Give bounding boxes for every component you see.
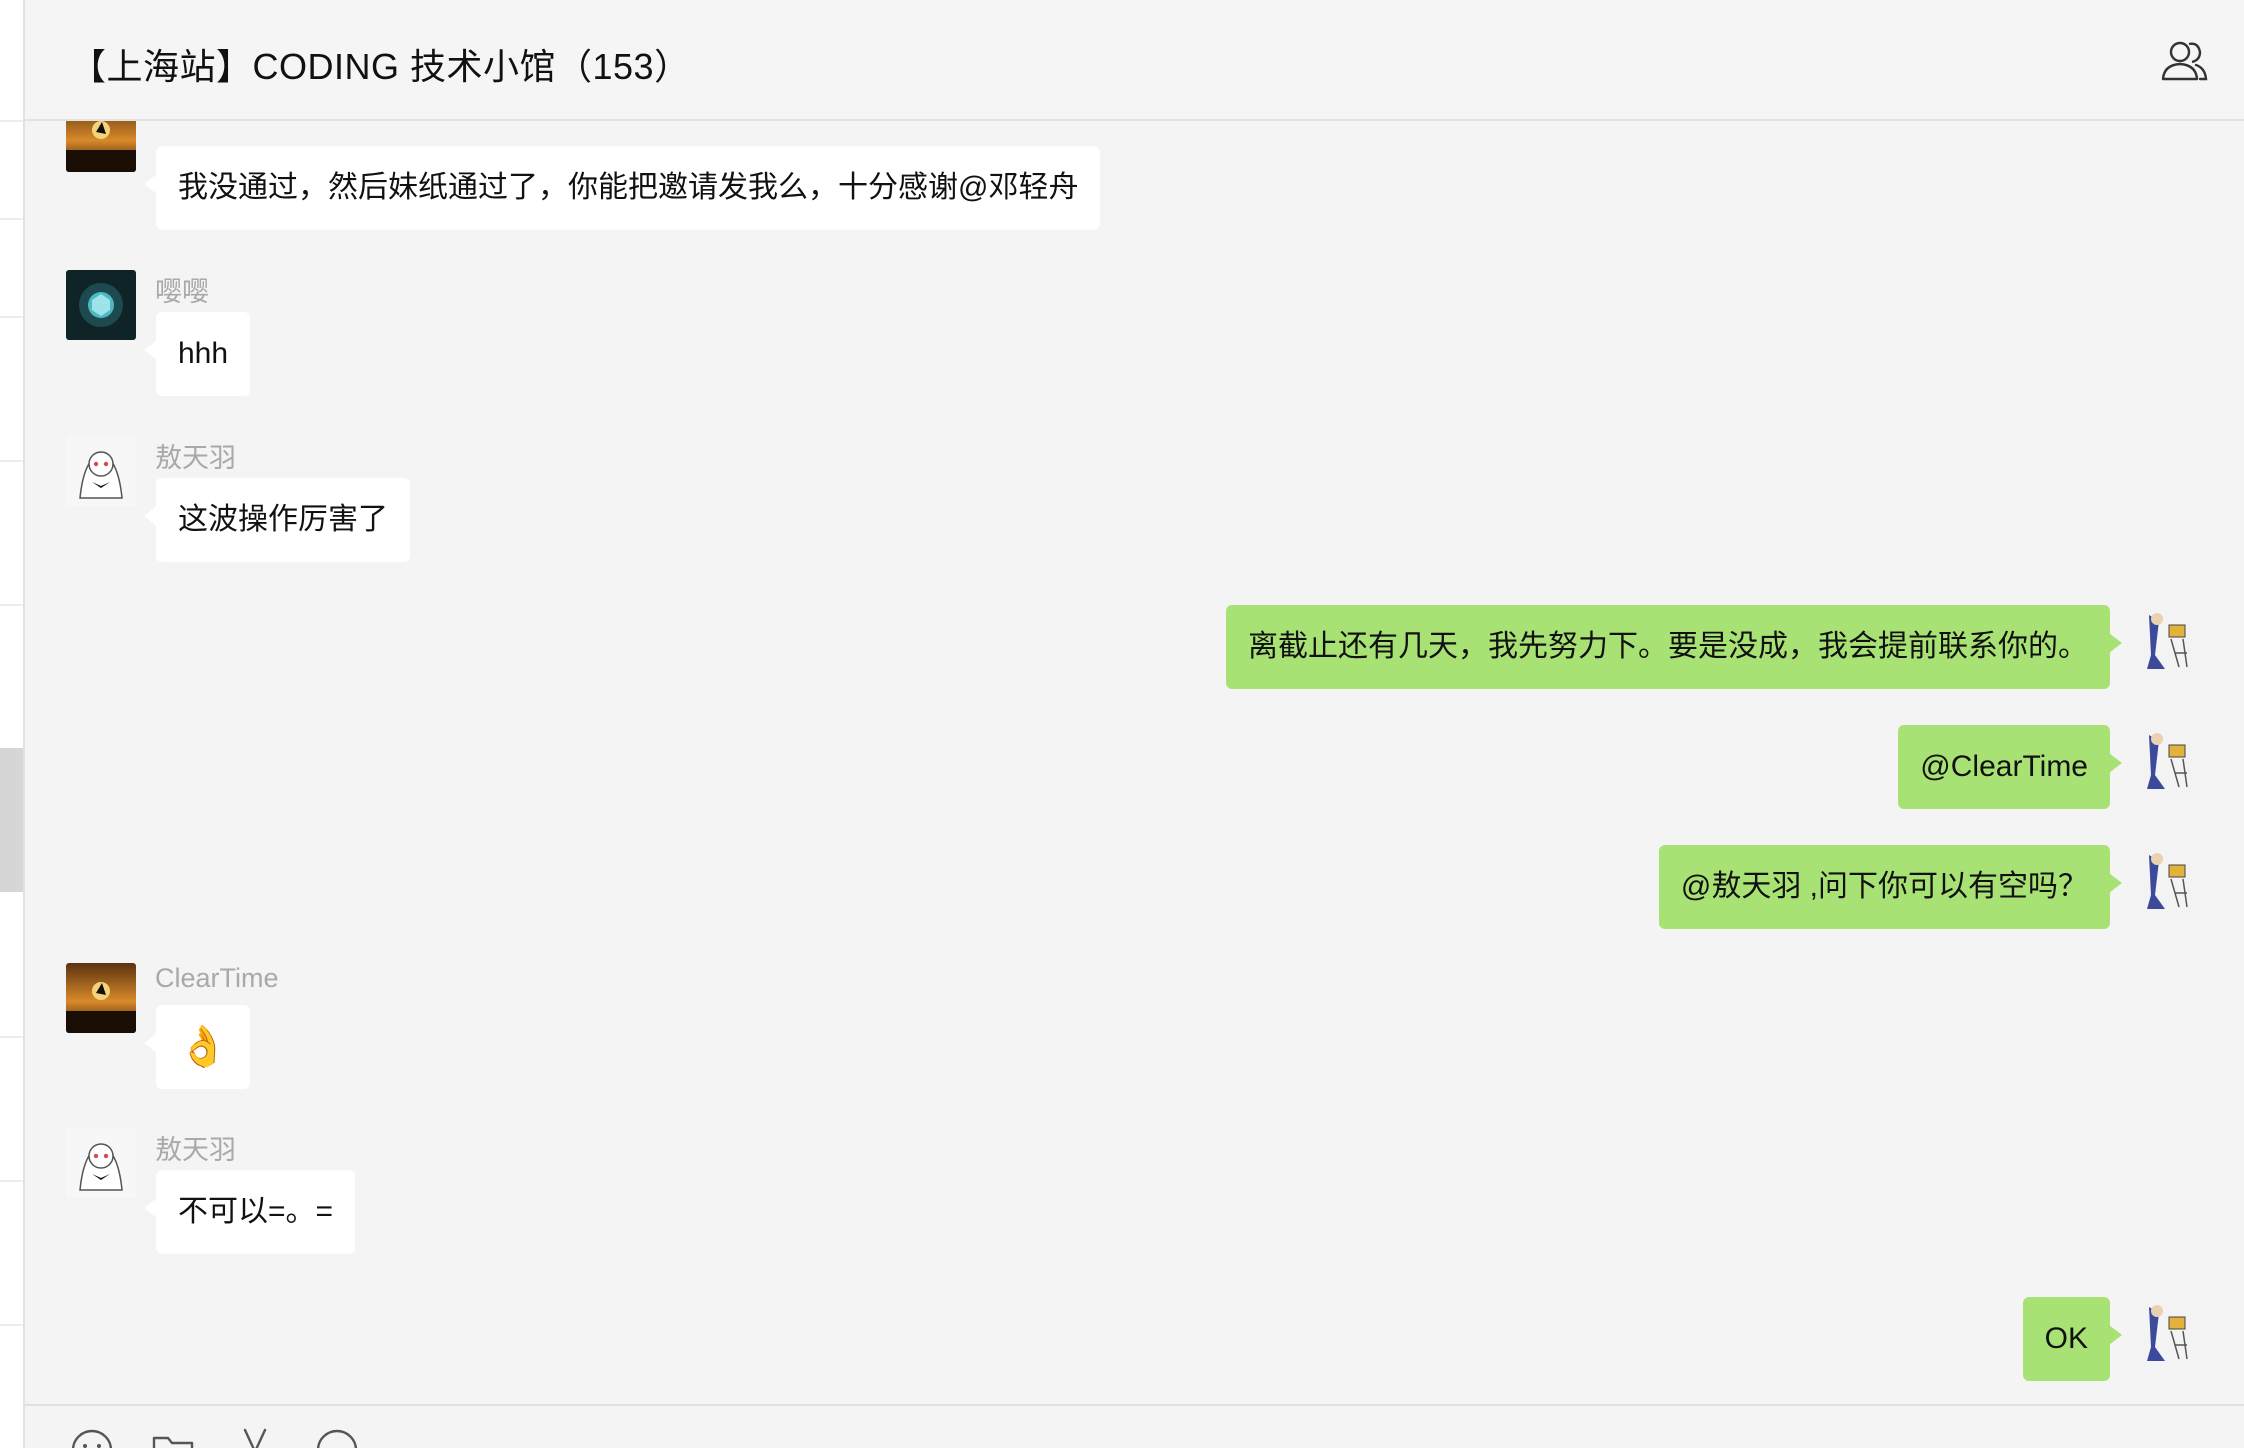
list-divider: [0, 604, 23, 606]
self-avatar[interactable]: [2131, 845, 2201, 915]
message-bubble[interactable]: @ClearTime: [1898, 725, 2122, 809]
sender-name: 嘤嘤: [155, 277, 209, 307]
list-divider: [0, 1180, 23, 1182]
sender-name: 敖天羽: [155, 443, 236, 473]
chat-panel: ClearTime 我没通过，然后妹纸通过了，你能把邀请发我么，十分感谢@邓轻舟…: [25, 0, 2244, 1448]
message-bubble[interactable]: 离截止还有几天，我先努力下。要是没成，我会提前联系你的。: [1226, 605, 2122, 689]
chat-title: 【上海站】CODING 技术小馆（153）: [70, 46, 691, 87]
list-divider: [0, 120, 23, 122]
message-bubble[interactable]: @敖天羽 ,问下你可以有空吗？: [1658, 845, 2123, 929]
message-bubble[interactable]: 👌: [144, 1005, 250, 1089]
message-bubble[interactable]: OK: [2022, 1297, 2123, 1381]
message-bubble[interactable]: hhh: [143, 312, 251, 396]
message-bubble[interactable]: 不可以=。=: [143, 1170, 356, 1254]
list-divider: [0, 460, 23, 462]
yingying-avatar[interactable]: [66, 270, 136, 340]
aotianyu-avatar[interactable]: [66, 436, 136, 506]
scissors-icon[interactable]: [233, 1428, 277, 1448]
aotianyu-avatar[interactable]: [66, 1128, 136, 1198]
message-bubble[interactable]: 我没通过，然后妹纸通过了，你能把邀请发我么，十分感谢@邓轻舟: [143, 146, 1101, 230]
list-divider: [0, 1324, 23, 1326]
chat-history-icon[interactable]: [315, 1428, 359, 1448]
sender-name: ClearTime: [155, 963, 279, 993]
self-avatar[interactable]: [2131, 1297, 2201, 1367]
selected-conversation-edge[interactable]: [0, 748, 23, 892]
ok-hand-emoji: 👌: [178, 1025, 228, 1069]
emoji-icon[interactable]: [70, 1428, 114, 1448]
conversation-list-edge: [0, 0, 25, 1448]
list-divider: [0, 218, 23, 220]
list-divider: [0, 1036, 23, 1038]
folder-icon[interactable]: [151, 1428, 195, 1448]
sender-name: 敖天羽: [155, 1135, 236, 1165]
input-toolbar: [25, 1404, 2244, 1448]
list-divider: [0, 316, 23, 318]
clear-time-avatar[interactable]: [66, 963, 136, 1033]
message-list[interactable]: ClearTime 我没通过，然后妹纸通过了，你能把邀请发我么，十分感谢@邓轻舟…: [25, 0, 2244, 1404]
chat-header: 【上海站】CODING 技术小馆（153）: [25, 0, 2244, 121]
members-icon[interactable]: [2160, 38, 2208, 82]
self-avatar[interactable]: [2131, 725, 2201, 795]
message-bubble[interactable]: 这波操作厉害了: [144, 478, 410, 562]
self-avatar[interactable]: [2131, 605, 2201, 675]
